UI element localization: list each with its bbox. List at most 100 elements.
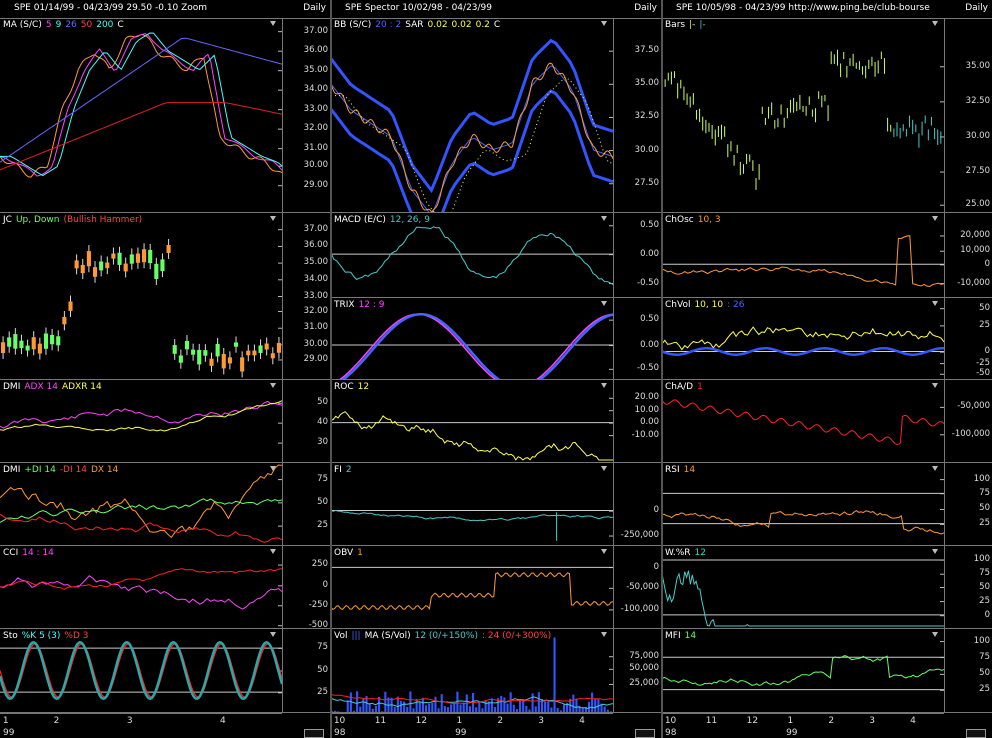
panel-menu-icon[interactable] <box>601 465 607 471</box>
indicator-label: DMI +DI 14 -DI 14 DX 14 <box>3 465 122 475</box>
plot-area[interactable] <box>662 463 945 545</box>
indicator-panel: JC Up, Down (Bullish Hammer) 37.00 36.00 35.0… <box>0 213 330 380</box>
indicator-label-part: W.%R <box>665 548 691 558</box>
plot-area[interactable] <box>331 298 614 379</box>
y-axis: 37.00 36.00 35.00 34.00 33.00 32.00 31.00 30.00… <box>282 18 330 212</box>
plot-area[interactable] <box>331 213 614 297</box>
indicator-label-part: BB (S/C) <box>334 20 372 30</box>
indicator-label-part: 1 <box>697 382 703 392</box>
indicator-label-part: RSI <box>665 465 680 475</box>
plot-area[interactable] <box>662 213 945 297</box>
panel-menu-icon[interactable] <box>932 382 938 388</box>
indicator-label-part: OBV <box>334 548 354 558</box>
y-tick-label: 0.00 <box>640 417 659 428</box>
panel-menu-icon[interactable] <box>932 20 938 26</box>
y-axis: 37.50 35.00 32.50 30.00 27.50 <box>613 18 661 212</box>
x-tick-label: 11 <box>705 716 718 726</box>
x-tick-label: 10 <box>333 716 346 726</box>
indicator-label-part: 1 <box>357 548 363 558</box>
plot-area[interactable] <box>0 546 283 628</box>
panel-menu-icon[interactable] <box>270 20 276 26</box>
y-tick-label: -25 <box>976 357 990 368</box>
panel-menu-icon[interactable] <box>932 631 938 637</box>
panel-menu-icon[interactable] <box>932 215 938 221</box>
year-label: 98 <box>334 728 346 738</box>
indicator-label-part: |- <box>699 20 706 30</box>
y-tick-label: -250 <box>308 599 328 610</box>
y-axis: 50 40 30 <box>282 380 330 462</box>
plot-area[interactable] <box>0 18 283 212</box>
y-tick-label: 50 <box>979 668 990 679</box>
indicator-panel: ChVol 10, 10: 26 50 25 0 -25 -50 <box>662 298 992 380</box>
plot-area[interactable] <box>662 18 945 212</box>
scroll-button[interactable] <box>635 729 655 738</box>
indicator-panel: TRIX 12 : 9 0.50 0.00 -0.50 <box>331 298 661 380</box>
indicator-label-part: -DI 14 <box>59 465 87 475</box>
y-tick-label: 32.00 <box>303 305 328 316</box>
indicator-label-part: 0.02 <box>427 20 448 30</box>
period-selector[interactable]: Daily <box>965 3 988 13</box>
y-tick-label: -10.00 <box>631 429 659 440</box>
plot-area[interactable] <box>331 546 614 628</box>
plot-area[interactable] <box>331 463 614 545</box>
plot-area[interactable] <box>662 380 945 462</box>
indicator-panel: Sto %K 5 (3) %D 3 75 50 25 <box>0 629 330 713</box>
plot-area[interactable] <box>0 213 283 379</box>
plot-area[interactable] <box>0 380 283 462</box>
panel-menu-icon[interactable] <box>601 631 607 637</box>
y-tick-label: 75,000 <box>629 650 659 661</box>
column-header: SPE 10/05/98 - 04/23/99 http://www.ping.… <box>662 0 992 19</box>
panel-menu-icon[interactable] <box>932 300 938 306</box>
period-selector[interactable]: Daily <box>634 3 657 13</box>
y-tick-label: 25.00 <box>965 199 990 210</box>
plot-area[interactable] <box>662 546 945 628</box>
indicator-plot <box>331 566 613 611</box>
indicator-label-part: 0.02 <box>451 20 472 30</box>
scroll-button[interactable] <box>304 729 324 738</box>
plot-area[interactable] <box>0 463 283 545</box>
panel-menu-icon[interactable] <box>601 548 607 554</box>
y-tick-label: 50 <box>317 665 328 675</box>
indicator-plot <box>0 400 282 444</box>
y-tick-label: -0.50 <box>637 277 659 288</box>
panel-menu-icon[interactable] <box>932 548 938 554</box>
x-tick-label: 4 <box>219 716 226 726</box>
indicator-label-part: 200 <box>96 20 114 30</box>
panel-menu-icon[interactable] <box>270 465 276 471</box>
panel-menu-icon[interactable] <box>601 382 607 388</box>
panel-menu-icon[interactable] <box>270 631 276 637</box>
indicator-panel: ChOsc 10, 3 20,000 10,000 0 -10,000 <box>662 213 992 298</box>
y-tick-label: 37.00 <box>303 25 328 36</box>
panel-menu-icon[interactable] <box>601 300 607 306</box>
indicator-label-part: %D 3 <box>64 631 89 641</box>
plot-area[interactable] <box>0 629 283 712</box>
scroll-button[interactable] <box>966 729 986 738</box>
plot-area[interactable] <box>331 18 614 212</box>
plot-area[interactable] <box>331 380 614 462</box>
panel-menu-icon[interactable] <box>601 215 607 221</box>
year-label: 99 <box>3 728 15 738</box>
plot-area[interactable] <box>662 629 945 712</box>
indicator-plot <box>662 399 944 445</box>
indicator-label-part: Up, Down <box>15 215 60 225</box>
indicator-label-part: C <box>117 20 124 30</box>
y-axis: 0 -50,000 -100,000 <box>613 546 661 628</box>
panel-menu-icon[interactable] <box>270 548 276 554</box>
indicator-label-part: : 24 (0/+300%) <box>481 631 552 641</box>
indicator-label-part: : 26 <box>727 300 745 310</box>
year-label: 99 <box>455 728 467 738</box>
indicator-plot <box>331 225 613 286</box>
panel-menu-icon[interactable] <box>601 20 607 26</box>
panel-menu-icon[interactable] <box>270 215 276 221</box>
indicator-label-part: 12 (0/+150%) <box>414 631 478 641</box>
x-tick-label: 1 <box>2 716 9 726</box>
period-selector[interactable]: Daily <box>303 3 326 13</box>
plot-area[interactable] <box>331 629 614 712</box>
y-axis: 0.50 0.00 -0.50 <box>613 213 661 297</box>
panel-menu-icon[interactable] <box>932 465 938 471</box>
y-tick-label: 100 <box>973 635 990 646</box>
panel-menu-icon[interactable] <box>270 382 276 388</box>
plot-area[interactable] <box>662 298 945 379</box>
indicator-label: ChOsc 10, 3 <box>665 215 725 225</box>
indicator-plot <box>662 49 944 206</box>
